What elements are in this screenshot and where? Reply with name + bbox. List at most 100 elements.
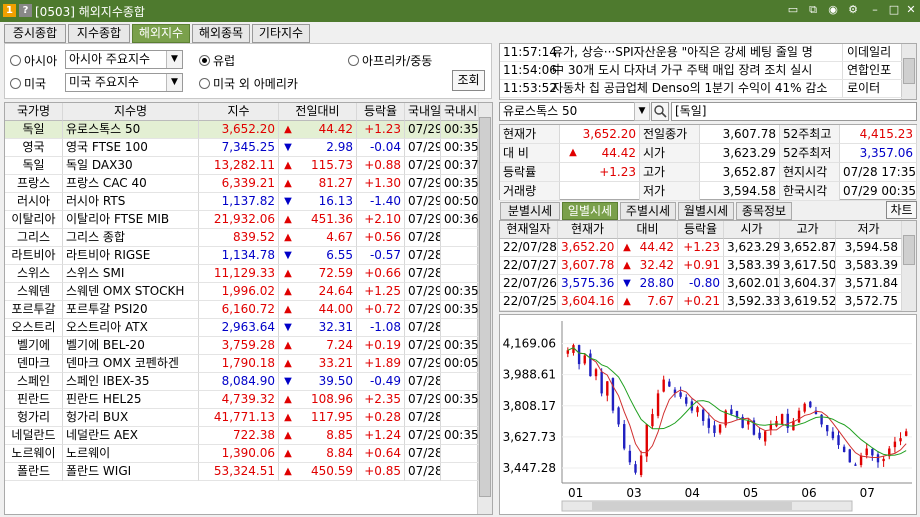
price-row[interactable]: 22/07/28 3,652.20 ▲ 44.42 +1.23 3,623.29 3,652… xyxy=(500,239,902,257)
radio-europe[interactable]: 유럽 xyxy=(199,52,235,69)
radio-africa-mideast[interactable]: 아프리카/중동 xyxy=(348,52,432,69)
quote-search-bar: 유로스톡스 50 ▼ [독일] xyxy=(499,102,917,122)
table-row[interactable]: 오스트리 오스트리아 ATX 2,963.64 ▼ 32.31 -1.08 07/28 xyxy=(5,319,479,337)
table-row[interactable]: 독일유로스톡스 503,652.20▲44.42+1.2307/2900:35:… xyxy=(5,121,479,139)
period-tab-2[interactable]: 주별시세 xyxy=(620,202,676,220)
column-header[interactable]: 국내일 xyxy=(405,103,441,121)
candle-body xyxy=(685,397,688,404)
search-icon[interactable] xyxy=(651,102,669,121)
index-name-cell: 벨기에 BEL-20 xyxy=(63,337,199,355)
tab-3[interactable]: 해외종목 xyxy=(192,24,250,43)
column-header[interactable]: 전일대비 xyxy=(279,103,357,121)
scrollbar[interactable] xyxy=(477,103,492,514)
settings-icon[interactable]: ⚙ xyxy=(846,3,860,17)
period-tab-4[interactable]: 종목정보 xyxy=(736,202,792,220)
news-item[interactable]: 11:54:06 中 30개 도시 다자녀 가구 주택 매입 장려 조치 실시 연합… xyxy=(500,62,902,80)
candle-body xyxy=(696,407,699,413)
table-row[interactable]: 노르웨이 노르웨이 1,390.06 ▲ 8.84 +0.64 07/28 xyxy=(5,445,479,463)
news-item[interactable]: 11:57:14 유가, 상승···SPI자산운용 "아직은 강세 베팅 줄일 명… xyxy=(500,44,902,62)
chevron-down-icon[interactable]: ▼ xyxy=(634,102,650,121)
table-row[interactable]: 프랑스 프랑스 CAC 40 6,339.21 ▲ 81.27 +1.30 07/29 00:… xyxy=(5,175,479,193)
candle-body xyxy=(701,409,705,421)
period-tab-3[interactable]: 월별시세 xyxy=(678,202,734,220)
index-name-cell: 유로스톡스 50 xyxy=(63,121,199,139)
column-header[interactable]: 현재일자 xyxy=(500,221,558,239)
price-row[interactable]: 22/07/27 3,607.78 ▲ 32.42 +0.91 3,583.39 3,617… xyxy=(500,257,902,275)
help-icon[interactable]: ? xyxy=(19,4,32,17)
tab-0[interactable]: 증시종합 xyxy=(4,24,66,43)
table-row[interactable]: 러시아러시아 RTS1,137.82▼16.13-1.4007/2900:50:… xyxy=(5,193,479,211)
news-scrollbar[interactable] xyxy=(901,44,916,99)
camera-icon[interactable]: ◉ xyxy=(826,3,840,17)
chevron-down-icon[interactable]: ▼ xyxy=(166,74,182,91)
table-row[interactable]: 그리스 그리스 종합 839.52 ▲ 4.67 +0.56 07/28 xyxy=(5,229,479,247)
time-cell: 00:05:00 xyxy=(441,355,479,373)
tab-2[interactable]: 해외지수 xyxy=(132,24,190,43)
close-cell: 3,604.16 xyxy=(558,293,618,311)
symbol-input[interactable]: 유로스톡스 50 xyxy=(499,102,649,121)
change-cell: ▼ 28.80 xyxy=(618,275,678,293)
price-scrollbar[interactable] xyxy=(901,221,916,311)
news-item[interactable]: 11:53:52 자동차 칩 공급업체 Denso의 1분기 수익이 41% 감소… xyxy=(500,80,902,98)
date-cell: 07/28 xyxy=(405,247,441,265)
maximize-icon[interactable]: □ xyxy=(887,3,901,17)
table-row[interactable]: 덴마크 덴마크 OMX 코펜하겐 1,790.18 ▲ 33.21 +1.89 07/29 0… xyxy=(5,355,479,373)
index-value-cell: 13,282.11 xyxy=(199,157,279,175)
current-label: 현재가 xyxy=(500,125,560,144)
local-label: 현지시각 xyxy=(780,163,840,182)
table-row[interactable]: 스페인 스페인 IBEX-35 8,084.90 ▼ 39.50 -0.49 07/28 xyxy=(5,373,479,391)
y-tick-label: 3,808.17 xyxy=(503,399,556,413)
table-row[interactable]: 헝가리 헝가리 BUX 41,771.13 ▲ 117.95 +0.28 07/28 xyxy=(5,409,479,427)
tab-4[interactable]: 기타지수 xyxy=(252,24,310,43)
radio-other-america[interactable]: 미국 외 아메리카 xyxy=(199,75,298,92)
period-tab-0[interactable]: 분별시세 xyxy=(500,202,560,220)
candle-body xyxy=(899,438,902,442)
tab-1[interactable]: 지수종합 xyxy=(68,24,130,43)
column-header[interactable]: 대비 xyxy=(618,221,678,239)
column-header[interactable]: 국가명 xyxy=(5,103,63,121)
date-cell: 07/29 xyxy=(405,193,441,211)
table-row[interactable]: 이탈리아 이탈리아 FTSE MIB 21,932.06 ▲ 451.36 +2.10 07… xyxy=(5,211,479,229)
us-select[interactable]: 미국 주요지수 ▼ xyxy=(65,73,183,92)
price-row[interactable]: 22/07/25 3,604.16 ▲ 7.67 +0.21 3,592.33 3,619.… xyxy=(500,293,902,311)
table-row[interactable]: 스위스 스위스 SMI 11,129.33 ▲ 72.59 +0.66 07/28 xyxy=(5,265,479,283)
up-triangle-icon: ▲ xyxy=(284,160,292,171)
table-row[interactable]: 영국 영국 FTSE 100 7,345.25 ▼ 2.98 -0.04 07/29 00:3… xyxy=(5,139,479,157)
column-header[interactable]: 현재가 xyxy=(558,221,618,239)
candle-body xyxy=(763,431,767,442)
chevron-down-icon[interactable]: ▼ xyxy=(166,51,182,68)
column-header[interactable]: 고가 xyxy=(780,221,836,239)
up-triangle-icon: ▲ xyxy=(284,430,292,441)
date-cell: 07/28 xyxy=(405,319,441,337)
radio-us[interactable]: 미국 xyxy=(10,75,46,92)
table-row[interactable]: 포르투갈 포르투갈 PSI20 6,160.72 ▲ 44.00 +0.72 07/29 00… xyxy=(5,301,479,319)
chart-button[interactable]: 차트 xyxy=(886,201,917,219)
table-row[interactable]: 네덜란드네덜란드 AEX722.38▲8.85+1.2407/2900:35:3… xyxy=(5,427,479,445)
column-header[interactable]: 등락율 xyxy=(357,103,405,121)
restore-icon[interactable]: ⧉ xyxy=(806,3,820,17)
window-icon[interactable]: ▭ xyxy=(786,3,800,17)
column-header[interactable]: 등락율 xyxy=(678,221,724,239)
close-icon[interactable]: ✕ xyxy=(904,3,918,17)
up-triangle-icon: ▲ xyxy=(623,242,631,253)
asia-select[interactable]: 아시아 주요지수 ▼ xyxy=(65,50,183,69)
news-headline: 유가, 상승···SPI자산운용 "아직은 강세 베팅 줄일 명 xyxy=(552,45,813,59)
column-header[interactable]: 지수명 xyxy=(63,103,199,121)
column-header[interactable]: 시가 xyxy=(724,221,780,239)
radio-asia[interactable]: 아시아 xyxy=(10,52,57,69)
search-button[interactable]: 조회 xyxy=(452,70,485,91)
low-cell: 3,571.84 xyxy=(836,275,902,293)
table-row[interactable]: 라트비아 라트비아 RIGSE 1,134.78 ▼ 6.55 -0.57 07/28 xyxy=(5,247,479,265)
candle-body xyxy=(769,424,773,430)
table-row[interactable]: 스웨덴 스웨덴 OMX STOCKH 1,996.02 ▲ 24.64 +1.25 07/2… xyxy=(5,283,479,301)
table-row[interactable]: 벨기에 벨기에 BEL-20 3,759.28 ▲ 7.24 +0.19 07/29 00:3… xyxy=(5,337,479,355)
table-row[interactable]: 폴란드 폴란드 WIGI 53,324.51 ▲ 450.59 +0.85 07/28 xyxy=(5,463,479,481)
table-row[interactable]: 핀란드 핀란드 HEL25 4,739.32 ▲ 108.96 +2.35 07/29 00:… xyxy=(5,391,479,409)
price-row[interactable]: 22/07/26 3,575.36 ▼ 28.80 -0.80 3,602.01 3,604… xyxy=(500,275,902,293)
column-header[interactable]: 저가 xyxy=(836,221,902,239)
minimize-icon[interactable]: – xyxy=(868,3,882,17)
period-tab-1[interactable]: 일별시세 xyxy=(562,202,618,220)
column-header[interactable]: 지수 xyxy=(199,103,279,121)
table-row[interactable]: 독일 독일 DAX30 13,282.11 ▲ 115.73 +0.88 07/29 00:3… xyxy=(5,157,479,175)
column-header[interactable]: 국내시각 xyxy=(441,103,479,121)
